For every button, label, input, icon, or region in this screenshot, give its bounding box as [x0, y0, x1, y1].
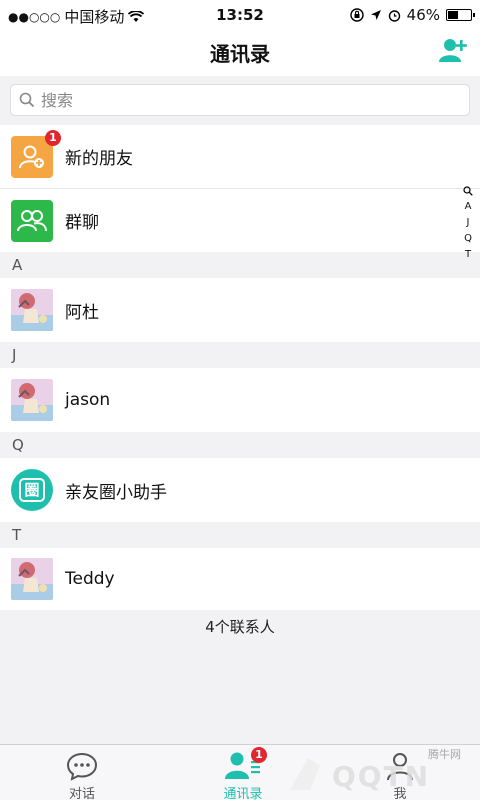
tab-chats[interactable]: 对话	[22, 745, 142, 800]
avatar	[11, 379, 53, 421]
helper-avatar: 圈	[11, 469, 53, 511]
contact-name: jason	[65, 390, 111, 410]
chat-bubble-icon	[66, 751, 98, 781]
section-header-j: J	[0, 342, 480, 368]
search-box[interactable]	[10, 84, 470, 116]
search-area	[0, 76, 480, 125]
section-header-q: Q	[0, 432, 480, 458]
contact-row[interactable]: 圈 亲友圈小助手	[0, 458, 480, 522]
page-title: 通讯录	[210, 42, 270, 66]
group-chat-label: 群聊	[65, 213, 99, 233]
avatar	[11, 289, 53, 331]
tab-label: 对话	[68, 787, 95, 800]
index-letter[interactable]: A	[465, 201, 472, 212]
section-header-a: A	[0, 252, 480, 278]
contacts-tab-badge: 1	[251, 747, 267, 763]
person-add-icon	[19, 145, 44, 168]
battery-fill	[448, 11, 459, 19]
contact-row[interactable]: Teddy	[0, 548, 480, 610]
alarm-icon	[388, 9, 400, 22]
group-chat-row[interactable]: 群聊	[0, 189, 480, 252]
rotation-lock-icon	[349, 8, 364, 22]
contact-name: 亲友圈小助手	[65, 482, 167, 503]
add-contact-icon[interactable]	[438, 36, 468, 66]
contact-name: Teddy	[65, 569, 115, 589]
location-icon	[370, 10, 381, 20]
search-input[interactable]	[41, 90, 441, 110]
group-chat-icon	[11, 199, 53, 242]
index-letter[interactable]: Q	[464, 233, 472, 244]
tab-label: 通讯录	[223, 787, 263, 800]
status-bar: ●●○○○ 中国移动 13:52 46%	[0, 0, 480, 28]
search-icon	[19, 92, 35, 108]
new-friends-icon: 1	[11, 129, 61, 178]
status-right: 46%	[349, 6, 475, 24]
contacts-tab-icon: 1	[223, 747, 267, 781]
new-friends-badge: 1	[45, 129, 61, 146]
contact-name: 阿杜	[65, 302, 99, 323]
nav-bar: 通讯录	[0, 28, 480, 76]
index-letter[interactable]: J	[467, 217, 470, 228]
new-friends-row[interactable]: 1 新的朋友	[0, 125, 480, 189]
watermark-logo: QQTN 腾牛网	[280, 740, 480, 800]
battery-icon	[446, 9, 475, 21]
svg-text:QQTN: QQTN	[332, 760, 430, 793]
helper-chat-icon: 圈	[19, 478, 45, 502]
avatar	[11, 558, 53, 600]
battery-percent: 46%	[406, 6, 440, 24]
section-header-t: T	[0, 522, 480, 548]
index-letter[interactable]: T	[465, 249, 471, 260]
contact-row[interactable]: jason	[0, 368, 480, 432]
svg-text:腾牛网: 腾牛网	[428, 747, 461, 761]
contact-row[interactable]: 阿杜	[0, 278, 480, 342]
index-search-icon[interactable]	[463, 186, 473, 196]
new-friends-label: 新的朋友	[65, 149, 133, 169]
alphabet-index-bar[interactable]: A J Q T	[462, 186, 474, 260]
contact-count: 4个联系人	[205, 618, 275, 636]
group-icon	[17, 209, 47, 231]
